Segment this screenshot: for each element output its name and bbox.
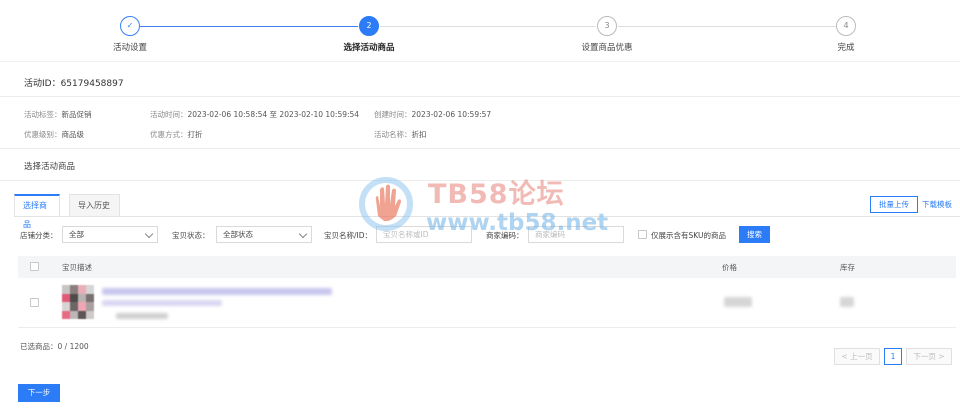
activity-tag: 活动标签：新品促销 — [24, 109, 92, 120]
category-label: 店铺分类： — [20, 231, 58, 240]
selected-count: 已选商品：0 / 1200 — [20, 342, 89, 351]
step-complete: 4 完成 — [786, 16, 906, 53]
category-select[interactable]: 全部 — [62, 226, 158, 243]
info-value: 打折 — [187, 130, 203, 139]
chevron-down-icon — [144, 229, 154, 239]
column-header-price: 价格 — [722, 263, 737, 272]
discount-method: 优惠方式：打折 — [150, 129, 203, 140]
next-step-button[interactable]: 下一步 — [18, 384, 60, 402]
product-title-blurred[interactable] — [102, 288, 332, 295]
download-template-link[interactable]: 下载模板 — [922, 199, 952, 210]
table-header — [18, 256, 956, 278]
search-button[interactable]: 搜索 — [739, 226, 770, 243]
info-value: 新品促销 — [61, 110, 92, 119]
info-value: 2023-02-06 10:59:57 — [411, 110, 492, 119]
section-title: 选择活动商品 — [24, 162, 76, 172]
info-key: 活动名称： — [374, 130, 412, 139]
divider — [0, 96, 960, 97]
step-label: 完成 — [837, 43, 855, 53]
page-number-1[interactable]: 1 — [884, 348, 902, 365]
sku-only-label: 仅展示含有SKU的商品 — [651, 231, 726, 240]
info-key: 活动标签： — [24, 110, 62, 119]
info-key: 活动时间： — [150, 110, 188, 119]
step-label: 活动设置 — [112, 43, 147, 53]
step-number: 4 — [836, 16, 856, 36]
info-value: 2023-02-06 10:58:54 至 2023-02-10 10:59:5… — [187, 110, 360, 119]
forum-logo-icon — [359, 177, 413, 231]
stock-blurred — [840, 297, 854, 307]
status-select[interactable]: 全部状态 — [216, 226, 312, 243]
category-value: 全部 — [69, 230, 84, 239]
product-id-blurred — [116, 313, 168, 319]
activity-id: 活动ID：65179458897 — [24, 79, 124, 89]
chevron-down-icon — [298, 229, 308, 239]
tab-select-products[interactable]: 选择商品 — [14, 194, 60, 229]
select-all-checkbox[interactable] — [30, 262, 39, 271]
tab-import-history[interactable]: 导入历史 — [69, 194, 120, 217]
info-value: 折扣 — [411, 130, 427, 139]
info-value: 商品级 — [61, 130, 85, 139]
price-blurred — [724, 297, 752, 307]
prev-page-button[interactable]: < 上一页 — [834, 348, 880, 365]
step-label: 设置商品优惠 — [581, 43, 633, 53]
column-header-description: 宝贝描述 — [62, 263, 92, 272]
watermark-title: TB58论坛 — [428, 179, 565, 210]
status-label: 宝贝状态： — [172, 231, 210, 240]
check-icon: ✓ — [120, 16, 140, 36]
info-key: 优惠级别： — [24, 130, 62, 139]
step-number: 3 — [597, 16, 617, 36]
watermark-url: www.tb58.net — [426, 210, 609, 236]
activity-name: 活动名称：折扣 — [374, 129, 427, 140]
product-thumbnail — [62, 285, 94, 319]
step-product-discount: 3 设置商品优惠 — [547, 16, 667, 53]
activity-time: 活动时间：2023-02-06 10:58:54 至 2023-02-10 10… — [150, 109, 359, 120]
next-page-button[interactable]: 下一页 > — [906, 348, 952, 365]
status-value: 全部状态 — [223, 230, 253, 239]
product-title-blurred — [102, 300, 222, 306]
column-header-stock: 库存 — [840, 263, 855, 272]
divider — [0, 148, 960, 149]
batch-upload-button[interactable]: 批量上传 — [870, 196, 918, 213]
step-number: 2 — [359, 16, 379, 36]
info-key: 优惠方式： — [150, 130, 188, 139]
sku-only-checkbox[interactable] — [638, 230, 647, 239]
created-time: 创建时间：2023-02-06 10:59:57 — [374, 109, 491, 120]
step-select-products: 2 选择活动商品 — [309, 16, 429, 53]
progress-stepper: ✓ 活动设置 2 选择活动商品 3 设置商品优惠 4 完成 — [0, 0, 960, 62]
step-activity-settings: ✓ 活动设置 — [70, 16, 190, 53]
row-checkbox[interactable] — [30, 298, 39, 307]
step-label: 选择活动商品 — [343, 43, 395, 53]
info-key: 创建时间： — [374, 110, 412, 119]
discount-level: 优惠级别：商品级 — [24, 129, 84, 140]
